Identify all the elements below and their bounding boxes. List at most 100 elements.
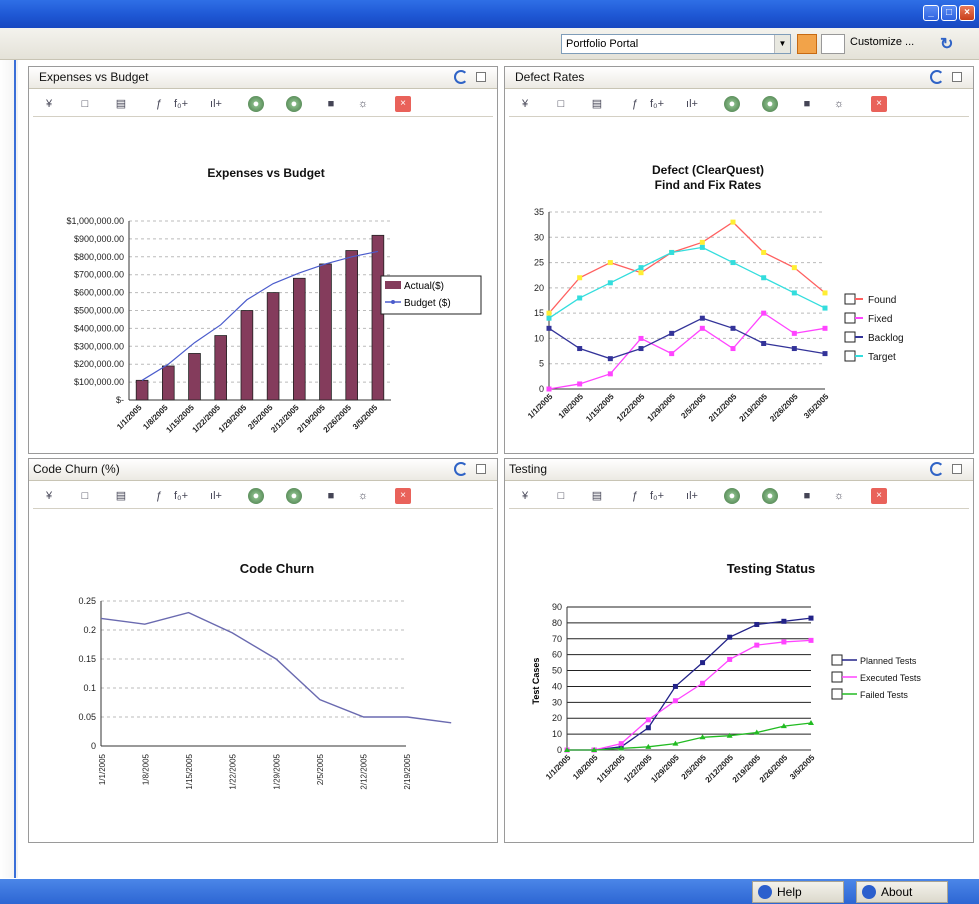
panel-title: Code Churn (%) xyxy=(33,462,120,476)
y-tick-label: $- xyxy=(116,395,124,405)
add-chart-icon[interactable]: ıl+ xyxy=(208,96,224,112)
x-tick-label: 2/26/2005 xyxy=(768,392,800,424)
legend-label: Executed Tests xyxy=(860,673,921,683)
maximize-icon[interactable] xyxy=(952,72,962,82)
prev-icon[interactable]: ● xyxy=(762,488,778,504)
print-icon[interactable]: ☼ xyxy=(355,488,371,504)
prev-icon[interactable]: ● xyxy=(762,96,778,112)
function-icon[interactable]: ƒ xyxy=(151,96,167,112)
save-icon[interactable]: ■ xyxy=(323,488,339,504)
print-icon[interactable]: ☼ xyxy=(831,96,847,112)
data-point xyxy=(808,615,814,621)
x-tick-label: 2/19/2005 xyxy=(738,392,770,424)
new-icon[interactable]: □ xyxy=(553,488,569,504)
portal-select[interactable]: Portfolio Portal ▼ xyxy=(561,34,791,54)
refresh-icon[interactable] xyxy=(454,462,468,476)
filter-icon[interactable]: ¥ xyxy=(41,96,57,112)
about-button[interactable]: About xyxy=(856,881,948,903)
add-formula-icon[interactable]: f₀+ xyxy=(173,96,189,112)
save-icon[interactable]: ■ xyxy=(799,96,815,112)
data-point xyxy=(546,386,552,392)
add-formula-icon[interactable]: f₀+ xyxy=(649,488,665,504)
remove-icon[interactable]: × xyxy=(871,488,887,504)
open-icon[interactable]: ▤ xyxy=(589,96,605,112)
churn-plot: 0.25 0.2 0.15 0.1 0.05 01/1/2005 1/8/2005 1/15/… xyxy=(78,596,452,790)
remove-icon[interactable]: × xyxy=(395,96,411,112)
panel-title-bar: Expenses vs Budget xyxy=(29,67,497,89)
add-chart-icon[interactable]: ıl+ xyxy=(684,488,700,504)
maximize-icon[interactable] xyxy=(476,464,486,474)
new-icon[interactable]: □ xyxy=(553,96,569,112)
refresh-icon[interactable] xyxy=(930,462,944,476)
refresh-icon[interactable] xyxy=(930,70,944,84)
open-icon[interactable]: ▤ xyxy=(113,96,129,112)
y-tick-label: 80 xyxy=(552,618,562,628)
print-icon[interactable]: ☼ xyxy=(831,488,847,504)
save-icon[interactable]: ■ xyxy=(323,96,339,112)
legend-label: Target xyxy=(868,352,896,363)
data-point xyxy=(822,325,828,331)
filter-icon[interactable]: ¥ xyxy=(517,96,533,112)
remove-icon[interactable]: × xyxy=(395,488,411,504)
layout-icon[interactable] xyxy=(821,34,845,54)
panel-title: Defect Rates xyxy=(515,70,585,84)
open-icon[interactable]: ▤ xyxy=(113,488,129,504)
panel-defects: Defect Rates ¥ □ ▤ ƒ f₀+ ıl+ ● ● ■ ☼ × Defect (Cle… xyxy=(504,66,974,454)
y-tick-label: 0.1 xyxy=(83,683,96,693)
bar xyxy=(371,234,385,401)
save-icon[interactable]: ■ xyxy=(799,488,815,504)
bar xyxy=(162,365,175,401)
about-label: About xyxy=(881,885,913,899)
new-icon[interactable]: □ xyxy=(77,488,93,504)
panel-title: Testing xyxy=(509,462,548,476)
minimize-button[interactable]: _ xyxy=(923,5,939,21)
print-icon[interactable]: ☼ xyxy=(355,96,371,112)
y-tick-label: 0 xyxy=(557,745,562,755)
remove-icon[interactable]: × xyxy=(871,96,887,112)
close-button[interactable]: × xyxy=(959,5,975,21)
function-icon[interactable]: ƒ xyxy=(151,488,167,504)
filter-icon[interactable]: ¥ xyxy=(41,488,57,504)
add-chart-icon[interactable]: ıl+ xyxy=(208,488,224,504)
x-tick-label: 1/29/2005 xyxy=(649,753,681,785)
about-icon xyxy=(862,885,876,899)
y-tick-label: $600,000.00 xyxy=(74,288,124,298)
data-point xyxy=(638,270,644,276)
customize-link[interactable]: Customize ... xyxy=(850,36,914,48)
function-icon[interactable]: ƒ xyxy=(627,488,643,504)
maximize-icon[interactable] xyxy=(476,72,486,82)
function-icon[interactable]: ƒ xyxy=(627,96,643,112)
add-formula-icon[interactable]: f₀+ xyxy=(173,488,189,504)
series-line xyxy=(141,250,379,381)
chart-title: Defect (ClearQuest) xyxy=(652,163,764,177)
next-icon[interactable]: ● xyxy=(724,96,740,112)
next-icon[interactable]: ● xyxy=(248,488,264,504)
add-formula-icon[interactable]: f₀+ xyxy=(649,96,665,112)
maximize-button[interactable]: □ xyxy=(941,5,957,21)
data-point xyxy=(699,244,705,250)
new-icon[interactable]: □ xyxy=(77,96,93,112)
legend-checkbox xyxy=(831,654,843,666)
y-tick-label: 10 xyxy=(552,729,562,739)
refresh-icon[interactable] xyxy=(454,70,468,84)
open-icon[interactable]: ▤ xyxy=(589,488,605,504)
next-icon[interactable]: ● xyxy=(248,96,264,112)
data-point xyxy=(791,290,797,296)
add-chart-icon[interactable]: ıl+ xyxy=(684,96,700,112)
prev-icon[interactable]: ● xyxy=(286,488,302,504)
data-point xyxy=(791,265,797,271)
maximize-icon[interactable] xyxy=(952,464,962,474)
filter-icon[interactable]: ¥ xyxy=(517,488,533,504)
help-button[interactable]: Help xyxy=(752,881,844,903)
data-point xyxy=(645,717,651,723)
edit-mode-icon[interactable] xyxy=(797,34,817,54)
data-point xyxy=(761,340,767,346)
prev-icon[interactable]: ● xyxy=(286,96,302,112)
refresh-icon[interactable]: ↻ xyxy=(940,34,960,54)
chart-title: Code Churn xyxy=(240,561,314,576)
next-icon[interactable]: ● xyxy=(724,488,740,504)
y-tick-label: $500,000.00 xyxy=(74,306,124,316)
x-tick-label: 1/8/2005 xyxy=(142,753,151,785)
portal-select-value: Portfolio Portal xyxy=(566,38,639,50)
x-tick-label: 1/29/2005 xyxy=(646,392,678,424)
